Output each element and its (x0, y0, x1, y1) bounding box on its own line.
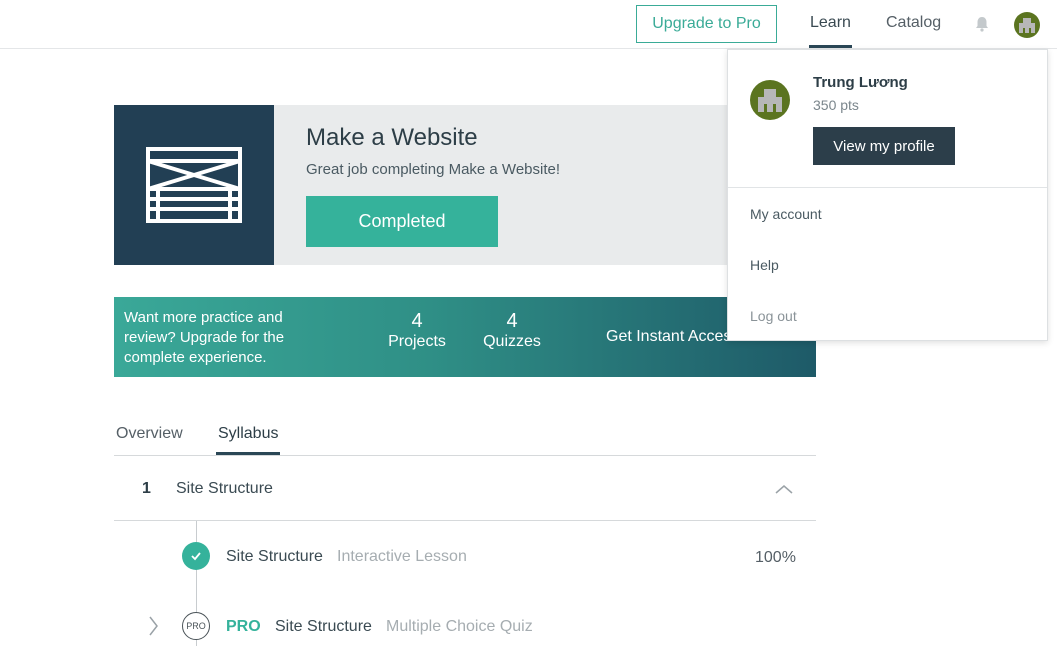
pro-label: PRO (226, 618, 261, 635)
section-title[interactable]: Site Structure (176, 480, 273, 498)
quizzes-count: 4 (506, 310, 518, 332)
avatar-icon[interactable] (1014, 12, 1040, 38)
lesson-title[interactable]: Site Structure (226, 548, 323, 566)
course-title: Make a Website (306, 124, 478, 151)
course-card: Make a Website Great job completing Make… (114, 105, 816, 265)
user-name: Trung Lương (813, 74, 908, 91)
upgrade-to-pro-button[interactable]: Upgrade to Pro (636, 5, 777, 43)
website-wireframe-icon (114, 105, 274, 265)
projects-label: Projects (388, 333, 446, 350)
section-divider (114, 520, 816, 521)
quiz-type: Multiple Choice Quiz (386, 618, 533, 635)
top-nav: Upgrade to Pro Learn Catalog (0, 0, 1057, 49)
user-dropdown-menu: Trung Lương 350 pts View my profile My a… (727, 49, 1048, 341)
quiz-title[interactable]: Site Structure (275, 618, 372, 636)
lesson-progress: 100% (755, 549, 796, 566)
nav-active-indicator (809, 45, 852, 48)
chevron-right-icon[interactable] (147, 615, 159, 637)
tab-syllabus[interactable]: Syllabus (218, 425, 278, 443)
section-number: 1 (142, 480, 151, 497)
nav-catalog[interactable]: Catalog (886, 14, 941, 32)
course-subtitle: Great job completing Make a Website! (306, 161, 561, 178)
projects-stat: 4 Projects (386, 309, 448, 351)
nav-learn[interactable]: Learn (810, 14, 851, 32)
user-points: 350 pts (813, 97, 859, 113)
menu-item-log-out[interactable]: Log out (750, 308, 797, 324)
chevron-up-icon[interactable] (774, 482, 794, 494)
quizzes-stat: 4 Quizzes (480, 309, 544, 351)
check-icon (182, 542, 210, 570)
banner-text: Want more practice and review? Upgrade f… (124, 309, 285, 366)
upgrade-banner: Want more practice and review? Upgrade f… (114, 297, 816, 377)
quizzes-label: Quizzes (483, 333, 541, 350)
get-instant-access-link[interactable]: Get Instant Access (606, 328, 739, 346)
dropdown-divider (728, 187, 1047, 188)
view-profile-button[interactable]: View my profile (813, 127, 955, 165)
tabs-divider (114, 455, 816, 456)
bell-icon[interactable] (973, 15, 991, 33)
tab-overview[interactable]: Overview (116, 425, 183, 443)
completed-button[interactable]: Completed (306, 196, 498, 247)
lesson-type: Interactive Lesson (337, 548, 467, 565)
avatar (750, 80, 790, 120)
pro-badge-icon: PRO (182, 612, 210, 640)
menu-item-my-account[interactable]: My account (750, 206, 822, 222)
projects-count: 4 (411, 310, 423, 332)
menu-item-help[interactable]: Help (750, 257, 779, 273)
